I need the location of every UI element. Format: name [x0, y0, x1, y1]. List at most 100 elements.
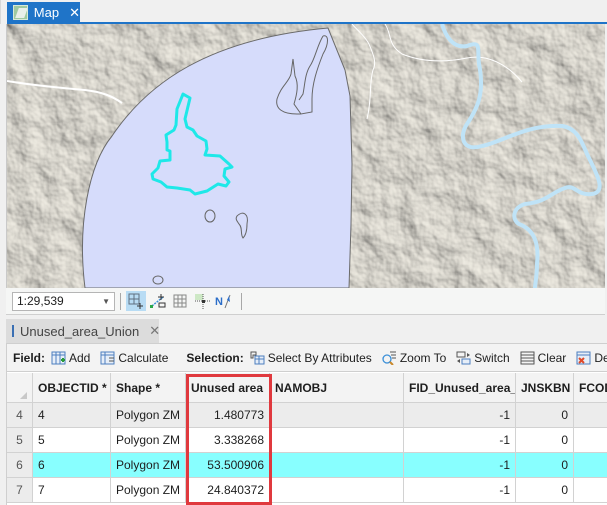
field-group-label: Field:	[13, 350, 45, 365]
map-tabstrip: Map ✕	[0, 0, 607, 24]
snapping-icon	[128, 293, 143, 309]
cell-fcod[interactable]	[574, 478, 607, 503]
cell-fcod[interactable]	[574, 453, 607, 478]
clear-selection-button[interactable]: Clear	[520, 350, 567, 365]
zoom-to-button[interactable]: Zoom To	[382, 351, 446, 365]
table-header-row: OBJECTID * Shape * Unused area NAMOBJ FI…	[7, 373, 607, 403]
table-toolbar: Field: Add Calculate Selection: Select B…	[7, 344, 607, 372]
cell-objectid[interactable]: 6	[33, 453, 111, 478]
add-field-button[interactable]: Add	[51, 351, 90, 365]
column-header-fcod[interactable]: FCOD	[574, 373, 607, 403]
table-tab-label: Unused_area_Union	[20, 323, 140, 339]
table-row-selected[interactable]: 6 6 Polygon ZM 53.500906 -1 0	[7, 453, 607, 478]
table-tab[interactable]: Unused_area_Union ✕	[6, 319, 160, 343]
add-field-icon	[51, 351, 66, 364]
ground-to-grid-button[interactable]: N	[214, 291, 234, 311]
clear-selection-icon	[520, 351, 535, 364]
cell-fcod[interactable]	[574, 428, 607, 453]
table-row[interactable]: 5 5 Polygon ZM 3.338268 -1 0	[7, 428, 607, 453]
select-by-attributes-label: Select By Attributes	[267, 350, 372, 365]
cell-fid-unused-area[interactable]: -1	[404, 403, 516, 428]
attribute-table-panel: Field: Add Calculate Selection: Select B…	[6, 343, 607, 505]
cell-objectid[interactable]: 7	[33, 478, 111, 503]
cell-jnskbn[interactable]: 0	[516, 453, 574, 478]
cell-fid-unused-area[interactable]: -1	[404, 478, 516, 503]
grid-icon	[173, 294, 187, 308]
column-header-objectid[interactable]: OBJECTID *	[33, 373, 111, 403]
cell-jnskbn[interactable]: 0	[516, 478, 574, 503]
cell-shape[interactable]: Polygon ZM	[111, 453, 186, 478]
edit-vertices-icon	[150, 294, 166, 308]
cell-jnskbn[interactable]: 0	[516, 403, 574, 428]
column-header-namobj[interactable]: NAMOBJ	[270, 373, 404, 403]
column-header-unused-area[interactable]: Unused area	[186, 373, 270, 403]
select-by-attributes-button[interactable]: Select By Attributes	[250, 351, 372, 365]
delete-selection-button[interactable]: De	[576, 351, 607, 365]
close-icon[interactable]: ✕	[69, 5, 80, 21]
delete-icon	[576, 351, 591, 364]
constraints-button[interactable]	[192, 291, 212, 311]
selection-group-label: Selection:	[186, 350, 244, 365]
table-row[interactable]: 4 4 Polygon ZM 1.480773 -1 0	[7, 403, 607, 428]
map-icon	[13, 5, 28, 20]
calculate-field-button[interactable]: Calculate	[100, 351, 168, 365]
row-number[interactable]: 7	[7, 478, 33, 503]
cell-shape[interactable]: Polygon ZM	[111, 478, 186, 503]
switch-selection-label: Switch	[474, 350, 510, 365]
cell-namobj[interactable]	[270, 453, 404, 478]
arcgis-pro-window: Map ✕ 1:29,539 ▼ N Unused_area_Union ✕ F…	[0, 0, 607, 505]
cell-shape[interactable]: Polygon ZM	[111, 403, 186, 428]
constraint-icon	[195, 294, 210, 309]
cell-namobj[interactable]	[270, 478, 404, 503]
add-field-label: Add	[69, 350, 91, 365]
calculate-field-icon	[100, 351, 115, 364]
column-header-shape[interactable]: Shape *	[111, 373, 186, 403]
switch-selection-icon	[456, 351, 471, 364]
cell-fid-unused-area[interactable]: -1	[404, 453, 516, 478]
row-number[interactable]: 4	[7, 403, 33, 428]
row-number[interactable]: 5	[7, 428, 33, 453]
svg-text:N: N	[215, 296, 223, 308]
table-icon	[12, 325, 14, 337]
close-icon[interactable]: ✕	[149, 323, 160, 339]
table-tabstrip: Unused_area_Union ✕	[0, 315, 607, 343]
cell-objectid[interactable]: 5	[33, 428, 111, 453]
snapping-toggle[interactable]	[126, 291, 146, 311]
column-header-jnskbn[interactable]: JNSKBN	[516, 373, 574, 403]
toolbar-separator	[120, 292, 121, 310]
cell-fcod[interactable]	[574, 403, 607, 428]
map-status-toolbar: 1:29,539 ▼ N	[6, 288, 605, 315]
select-by-attributes-icon	[250, 351, 265, 364]
switch-selection-button[interactable]: Switch	[456, 350, 510, 365]
toolbar-separator	[241, 292, 242, 310]
row-number[interactable]: 6	[7, 453, 33, 478]
grid-button[interactable]	[170, 291, 190, 311]
cell-unused-area[interactable]: 1.480773	[186, 403, 270, 428]
scale-dropdown[interactable]: 1:29,539 ▼	[12, 291, 115, 311]
cell-unused-area[interactable]: 3.338268	[186, 428, 270, 453]
map-tab[interactable]: Map ✕	[7, 2, 80, 23]
north-arrow-correction-icon: N	[215, 294, 231, 309]
cell-jnskbn[interactable]: 0	[516, 428, 574, 453]
edit-vertices-button[interactable]	[148, 291, 168, 311]
cell-fid-unused-area[interactable]: -1	[404, 428, 516, 453]
map-canvas[interactable]	[7, 24, 605, 288]
corner-triangle-icon	[20, 391, 27, 399]
scale-value: 1:29,539	[17, 294, 64, 308]
clear-selection-label: Clear	[537, 350, 567, 365]
map-view[interactable]	[6, 24, 605, 288]
chevron-down-icon: ▼	[102, 296, 110, 306]
cell-namobj[interactable]	[270, 428, 404, 453]
column-header-fid-unused-area[interactable]: FID_Unused_area_	[404, 373, 516, 403]
cell-shape[interactable]: Polygon ZM	[111, 428, 186, 453]
select-all-corner[interactable]	[7, 373, 33, 403]
table-row[interactable]: 7 7 Polygon ZM 24.840372 -1 0	[7, 478, 607, 503]
map-tab-label: Map	[33, 5, 60, 20]
delete-selection-label: De	[594, 350, 607, 365]
cell-objectid[interactable]: 4	[33, 403, 111, 428]
calculate-field-label: Calculate	[118, 350, 169, 365]
cell-unused-area[interactable]: 53.500906	[186, 453, 270, 478]
zoom-to-icon	[382, 351, 396, 365]
cell-namobj[interactable]	[270, 403, 404, 428]
cell-unused-area[interactable]: 24.840372	[186, 478, 270, 503]
